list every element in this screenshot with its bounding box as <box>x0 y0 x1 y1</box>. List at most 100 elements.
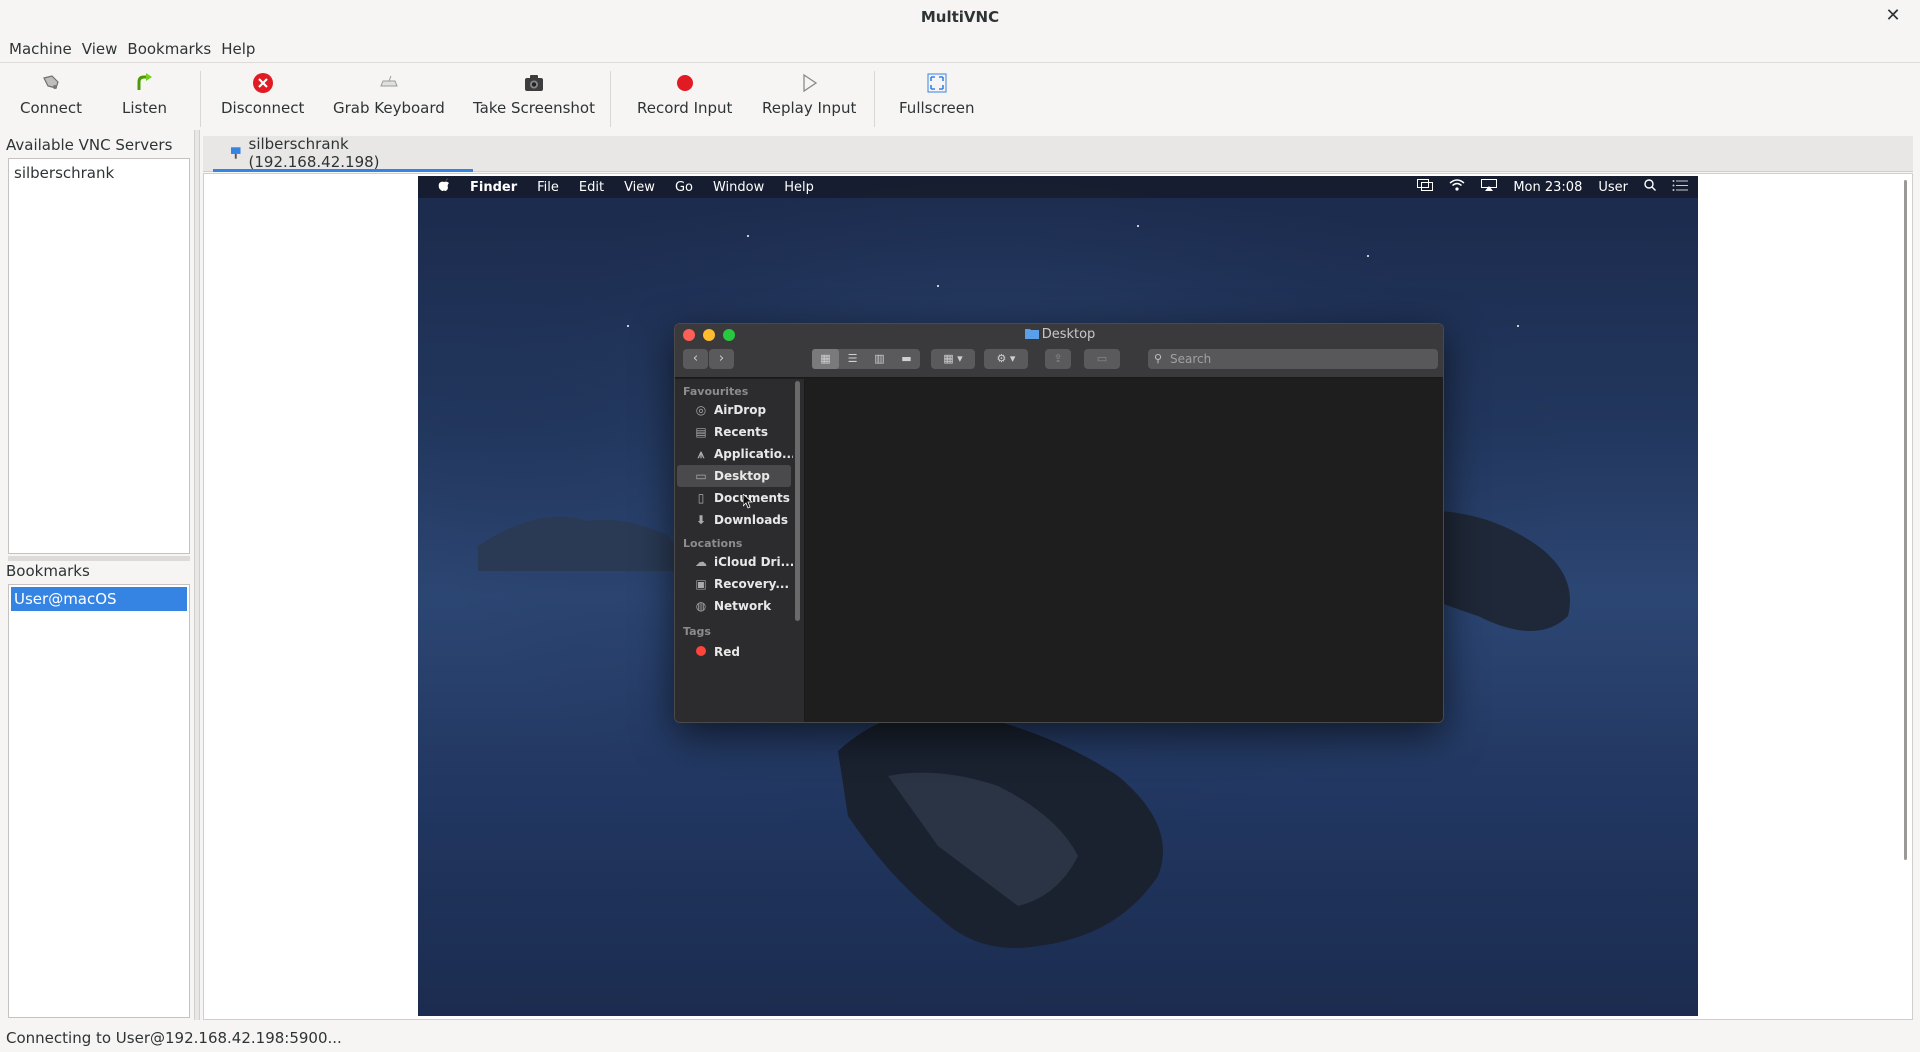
folder-icon <box>1024 329 1039 339</box>
favourites-header: Favourites <box>683 385 749 398</box>
sidebar-item-icloud[interactable]: ☁ iCloud Dri... <box>675 551 793 573</box>
remote-menu-edit[interactable]: Edit <box>569 180 614 195</box>
sidebar-item-label: Network <box>714 599 772 613</box>
bookmarks-label: Bookmarks <box>6 562 90 580</box>
cloud-icon: ☁ <box>695 555 707 569</box>
sidebar-item-applications[interactable]: ⩚ Applicatio... <box>675 443 793 465</box>
menu-help[interactable]: Help <box>216 40 260 58</box>
finder-sidebar: Favourites ◎ AirDrop ▤ Recents ⩚ Applicatio… <box>675 379 805 722</box>
bookmarks-list[interactable]: User@macOS <box>8 584 190 1018</box>
finder-search-placeholder: Search <box>1170 352 1212 366</box>
sidebar-item-airdrop[interactable]: ◎ AirDrop <box>675 399 793 421</box>
close-icon[interactable]: ✕ <box>1882 5 1904 27</box>
desktop-icon: ▭ <box>695 469 707 483</box>
mouse-cursor-icon <box>743 494 753 509</box>
action-button[interactable]: ⚙ ▾ <box>984 349 1028 369</box>
window-titlebar: MultiVNC ✕ <box>0 0 1920 36</box>
view-mode-segment[interactable]: ▦ ☰ ▥ ▬ <box>812 349 920 369</box>
window-title: MultiVNC <box>920 8 1000 26</box>
forward-icon[interactable]: › <box>709 349 734 369</box>
sidebar-item-label: Red <box>714 645 740 659</box>
column-view-icon[interactable]: ▥ <box>866 349 893 369</box>
remote-desktop[interactable]: Finder File Edit View Go Window Help Mon… <box>418 176 1698 1016</box>
sidebar-item-label: Recents <box>714 425 769 439</box>
remote-menu-window[interactable]: Window <box>703 180 774 195</box>
spotlight-search-icon[interactable] <box>1644 179 1656 195</box>
remote-menu-view[interactable]: View <box>614 180 665 195</box>
listen-button[interactable]: Listen <box>122 71 167 117</box>
remote-clock[interactable]: Mon 23:08 <box>1513 180 1582 195</box>
tab-label: silberschrank (192.168.42.198) <box>248 134 380 171</box>
finder-search-input[interactable]: ⚲ Search <box>1148 349 1438 369</box>
apple-icon[interactable] <box>418 178 460 196</box>
connect-button[interactable]: Connect <box>20 71 82 117</box>
sidebar-item-documents[interactable]: ▯ Documents <box>675 487 793 509</box>
disk-icon: ▣ <box>695 577 707 591</box>
remote-menubar-status: Mon 23:08 User <box>1401 176 1688 198</box>
remote-menu-help[interactable]: Help <box>774 180 824 195</box>
remote-menu-app[interactable]: Finder <box>460 180 527 195</box>
sidebar-item-tag-red[interactable]: Red <box>675 641 793 663</box>
locations-header: Locations <box>683 537 743 550</box>
remote-user[interactable]: User <box>1598 180 1628 195</box>
menu-bookmarks[interactable]: Bookmarks <box>122 40 216 58</box>
sidebar-item-recents[interactable]: ▤ Recents <box>675 421 793 443</box>
viewport-scrollbar[interactable] <box>1904 180 1907 860</box>
finder-titlebar[interactable]: Desktop ‹ › ▦ ☰ ▥ ▬ ▦ ▾ ⚙ ▾ ⇪ ▭ ⚲ Search <box>675 324 1443 378</box>
disconnect-label: Disconnect <box>221 99 305 117</box>
back-icon[interactable]: ‹ <box>683 349 708 369</box>
finder-content-area[interactable] <box>805 379 1443 722</box>
sidebar-item-label: iCloud Dri... <box>714 555 793 569</box>
fullscreen-button[interactable]: Fullscreen <box>899 71 975 117</box>
downloads-icon: ⬇ <box>695 513 707 527</box>
notification-center-icon[interactable] <box>1672 179 1688 195</box>
sidebar-item-label: Recovery... <box>714 577 790 591</box>
remote-menu-file[interactable]: File <box>527 180 569 195</box>
red-tag-icon <box>693 645 709 659</box>
grab-keyboard-button[interactable]: Grab Keyboard <box>333 71 445 117</box>
tags-button[interactable]: ▭ <box>1084 349 1120 369</box>
gear-icon: ⚙ ▾ <box>996 352 1016 365</box>
finder-window[interactable]: Desktop ‹ › ▦ ☰ ▥ ▬ ▦ ▾ ⚙ ▾ ⇪ ▭ ⚲ Search… <box>674 323 1444 723</box>
play-icon <box>797 71 821 95</box>
take-screenshot-button[interactable]: Take Screenshot <box>473 71 595 117</box>
menu-machine[interactable]: Machine <box>4 40 77 58</box>
panel-splitter[interactable] <box>194 130 200 1020</box>
listen-label: Listen <box>122 99 167 117</box>
replay-input-button[interactable]: Replay Input <box>762 71 856 117</box>
disconnect-icon <box>251 71 275 95</box>
toolbar: Connect Listen Disconnect Grab Keyboard … <box>0 62 1920 128</box>
remote-menu-go[interactable]: Go <box>665 180 703 195</box>
group-by-icon: ▦ ▾ <box>943 352 963 365</box>
screen-mirroring-icon[interactable] <box>1417 179 1434 195</box>
wifi-icon[interactable] <box>1449 179 1465 195</box>
gallery-view-icon[interactable]: ▬ <box>893 349 920 369</box>
monitor-icon <box>231 146 241 159</box>
sidebar-item-recovery[interactable]: ▣ Recovery... <box>675 573 793 595</box>
sidebar-item-network[interactable]: ◍ Network <box>675 595 793 617</box>
sidebar-item-desktop[interactable]: ▭ Desktop <box>677 465 791 487</box>
servers-list[interactable]: silberschrank <box>8 158 190 554</box>
toolbar-separator <box>610 71 611 127</box>
group-by-button[interactable]: ▦ ▾ <box>931 349 975 369</box>
panel-splitter-horizontal[interactable] <box>8 556 190 561</box>
menu-view[interactable]: View <box>77 40 123 58</box>
bookmark-item[interactable]: User@macOS <box>11 587 187 611</box>
record-input-button[interactable]: Record Input <box>637 71 732 117</box>
sidebar-item-label: AirDrop <box>714 403 767 417</box>
status-bar: Connecting to User@192.168.42.198:5900..… <box>6 1029 342 1047</box>
disconnect-button[interactable]: Disconnect <box>221 71 304 117</box>
sidebar-item-label: Applicatio... <box>714 447 793 461</box>
tab-connection[interactable]: silberschrank (192.168.42.198) <box>213 134 473 172</box>
server-item[interactable]: silberschrank <box>9 161 189 185</box>
tags-header: Tags <box>683 625 711 638</box>
menubar: Machine View Bookmarks Help <box>0 36 1920 62</box>
icon-view-icon[interactable]: ▦ <box>812 349 839 369</box>
share-button[interactable]: ⇪ <box>1045 349 1071 369</box>
list-view-icon[interactable]: ☰ <box>839 349 866 369</box>
airplay-icon[interactable] <box>1481 179 1498 195</box>
connect-icon <box>39 71 63 95</box>
airdrop-icon: ◎ <box>695 403 707 417</box>
finder-sidebar-scrollbar[interactable] <box>795 381 800 621</box>
sidebar-item-downloads[interactable]: ⬇ Downloads <box>675 509 793 531</box>
